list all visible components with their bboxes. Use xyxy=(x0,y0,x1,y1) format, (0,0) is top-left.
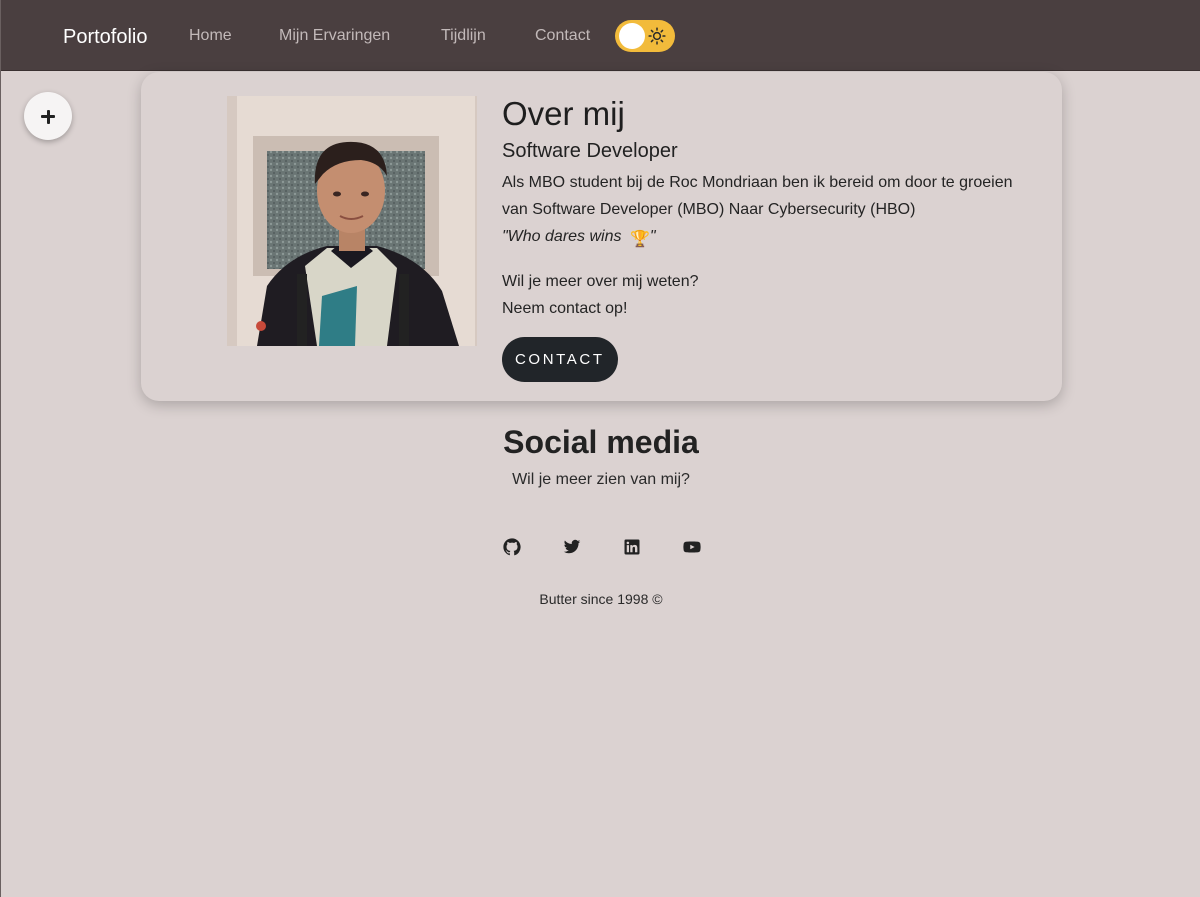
youtube-icon[interactable] xyxy=(683,538,701,556)
quote-end: " xyxy=(649,228,656,245)
brand-link[interactable]: Portofolio xyxy=(63,24,148,50)
about-content: Over mij Software Developer Als MBO stud… xyxy=(502,94,1022,382)
navbar: Portofolio Home Mijn Ervaringen Tijdlijn… xyxy=(1,0,1200,71)
trophy-icon: 🏆 xyxy=(629,231,650,248)
social-subtitle: Wil je meer zien van mij? xyxy=(512,471,690,488)
github-icon[interactable] xyxy=(503,538,521,556)
linkedin-icon[interactable] xyxy=(623,538,641,556)
profile-photo xyxy=(227,96,477,346)
about-ask: Wil je meer over mij weten? Neem contact… xyxy=(502,268,1022,322)
about-subtitle: Software Developer xyxy=(502,140,678,162)
ask-line-1: Wil je meer over mij weten? xyxy=(502,273,699,290)
add-button[interactable] xyxy=(24,92,72,140)
ask-line-2: Neem contact op! xyxy=(502,300,628,317)
nav-link-contact[interactable]: Contact xyxy=(535,26,590,46)
social-title: Social media xyxy=(503,424,699,460)
theme-toggle[interactable] xyxy=(615,20,675,52)
nav-link-experiences[interactable]: Mijn Ervaringen xyxy=(279,26,390,46)
contact-button[interactable]: CONTACT xyxy=(502,337,618,382)
footer-text: Butter since 1998 © xyxy=(539,591,663,607)
nav-link-timeline[interactable]: Tijdlijn xyxy=(441,26,486,46)
sun-icon xyxy=(648,27,666,45)
quote-text: "Who dares wins xyxy=(502,228,626,245)
nav-link-home[interactable]: Home xyxy=(189,26,232,46)
about-description: Als MBO student bij de Roc Mondriaan ben… xyxy=(502,174,1013,218)
about-title: Over mij xyxy=(502,95,625,132)
about-card: Over mij Software Developer Als MBO stud… xyxy=(141,72,1062,401)
about-quote: "Who dares wins 🏆" xyxy=(502,223,1022,253)
toggle-knob xyxy=(619,23,645,49)
twitter-icon[interactable] xyxy=(563,538,581,556)
